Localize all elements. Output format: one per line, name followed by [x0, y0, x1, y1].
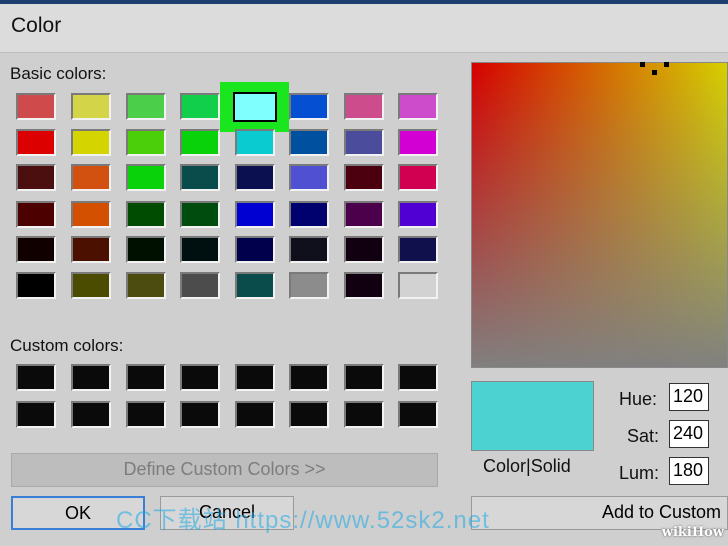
basic-color-swatch-0-1[interactable]	[71, 93, 111, 120]
custom-color-swatch-0-0[interactable]	[16, 364, 56, 391]
basic-color-swatch-5-0[interactable]	[16, 272, 56, 299]
custom-color-swatch-1-5[interactable]	[289, 401, 329, 428]
wikihow-logo: wikiHow	[661, 525, 724, 540]
custom-color-swatch-0-4[interactable]	[235, 364, 275, 391]
basic-color-swatch-5-6[interactable]	[344, 272, 384, 299]
sat-label: Sat:	[627, 426, 660, 446]
basic-color-swatch-3-7[interactable]	[398, 201, 438, 228]
basic-color-swatch-5-7[interactable]	[398, 272, 438, 299]
color-spectrum[interactable]	[471, 62, 728, 368]
custom-color-swatch-1-4[interactable]	[235, 401, 275, 428]
basic-color-swatch-1-6[interactable]	[344, 129, 384, 156]
window-title: Color	[11, 14, 62, 37]
crosshair-center-icon	[652, 70, 657, 75]
custom-color-swatch-1-1[interactable]	[71, 401, 111, 428]
basic-color-swatch-0-2[interactable]	[126, 93, 166, 120]
custom-colors-label: Custom colors:	[10, 336, 124, 355]
custom-color-swatch-0-1[interactable]	[71, 364, 111, 391]
basic-color-swatch-2-2[interactable]	[126, 164, 166, 191]
custom-color-swatch-0-6[interactable]	[344, 364, 384, 391]
basic-color-swatch-2-4[interactable]	[235, 164, 275, 191]
basic-color-swatch-5-2[interactable]	[126, 272, 166, 299]
basic-color-swatch-4-1[interactable]	[71, 236, 111, 263]
sat-input[interactable]: 240	[669, 420, 709, 448]
define-custom-colors-button[interactable]: Define Custom Colors >>	[11, 453, 438, 487]
basic-color-swatch-0-3[interactable]	[180, 93, 220, 120]
basic-colors-label: Basic colors:	[10, 64, 107, 83]
basic-color-swatch-0-5[interactable]	[289, 93, 329, 120]
basic-color-swatch-3-6[interactable]	[344, 201, 384, 228]
basic-color-swatch-2-6[interactable]	[344, 164, 384, 191]
lum-input[interactable]: 180	[669, 457, 709, 485]
basic-color-swatch-4-5[interactable]	[289, 236, 329, 263]
basic-color-swatch-1-1[interactable]	[71, 129, 111, 156]
basic-color-swatch-4-0[interactable]	[16, 236, 56, 263]
basic-color-swatch-0-7[interactable]	[398, 93, 438, 120]
basic-color-swatch-4-7[interactable]	[398, 236, 438, 263]
custom-color-swatch-1-2[interactable]	[126, 401, 166, 428]
site-watermark: CC下载站 https://www.52sk2.net	[116, 507, 490, 534]
title-bar	[0, 0, 728, 53]
basic-color-swatch-1-3[interactable]	[180, 129, 220, 156]
custom-color-swatch-0-7[interactable]	[398, 364, 438, 391]
color-solid-label: Color|Solid	[483, 456, 571, 476]
basic-color-swatch-3-4[interactable]	[235, 201, 275, 228]
custom-color-swatch-0-2[interactable]	[126, 364, 166, 391]
basic-color-swatch-4-3[interactable]	[180, 236, 220, 263]
basic-color-swatch-3-3[interactable]	[180, 201, 220, 228]
crosshair-icon[interactable]	[640, 62, 645, 67]
custom-color-swatch-1-0[interactable]	[16, 401, 56, 428]
basic-color-swatch-3-2[interactable]	[126, 201, 166, 228]
basic-color-swatch-5-1[interactable]	[71, 272, 111, 299]
basic-color-swatch-2-3[interactable]	[180, 164, 220, 191]
basic-color-swatch-1-4[interactable]	[235, 129, 275, 156]
basic-color-swatch-4-4[interactable]	[235, 236, 275, 263]
basic-color-swatch-2-5[interactable]	[289, 164, 329, 191]
custom-color-swatch-1-6[interactable]	[344, 401, 384, 428]
basic-color-swatch-2-1[interactable]	[71, 164, 111, 191]
basic-color-swatch-3-0[interactable]	[16, 201, 56, 228]
custom-color-swatch-0-3[interactable]	[180, 364, 220, 391]
color-preview	[471, 381, 594, 451]
basic-color-swatch-1-2[interactable]	[126, 129, 166, 156]
basic-color-swatch-1-7[interactable]	[398, 129, 438, 156]
lum-label: Lum:	[619, 463, 660, 483]
basic-color-swatch-1-5[interactable]	[289, 129, 329, 156]
crosshair-right-icon	[664, 62, 669, 67]
basic-color-swatch-3-1[interactable]	[71, 201, 111, 228]
basic-color-swatch-0-6[interactable]	[344, 93, 384, 120]
basic-color-swatch-3-5[interactable]	[289, 201, 329, 228]
basic-color-swatch-0-4[interactable]	[233, 92, 277, 122]
basic-color-swatch-4-2[interactable]	[126, 236, 166, 263]
hue-label: Hue:	[619, 389, 658, 409]
custom-color-swatch-0-5[interactable]	[289, 364, 329, 391]
basic-color-swatch-2-7[interactable]	[398, 164, 438, 191]
basic-color-swatch-4-6[interactable]	[344, 236, 384, 263]
basic-color-swatch-2-0[interactable]	[16, 164, 56, 191]
basic-color-swatch-5-5[interactable]	[289, 272, 329, 299]
hue-input[interactable]: 120	[669, 383, 709, 411]
basic-color-swatch-1-0[interactable]	[16, 129, 56, 156]
basic-color-swatch-5-4[interactable]	[235, 272, 275, 299]
window-top-strip	[0, 0, 728, 4]
custom-color-swatch-1-7[interactable]	[398, 401, 438, 428]
basic-color-swatch-0-0[interactable]	[16, 93, 56, 120]
custom-color-swatch-1-3[interactable]	[180, 401, 220, 428]
basic-color-swatch-5-3[interactable]	[180, 272, 220, 299]
